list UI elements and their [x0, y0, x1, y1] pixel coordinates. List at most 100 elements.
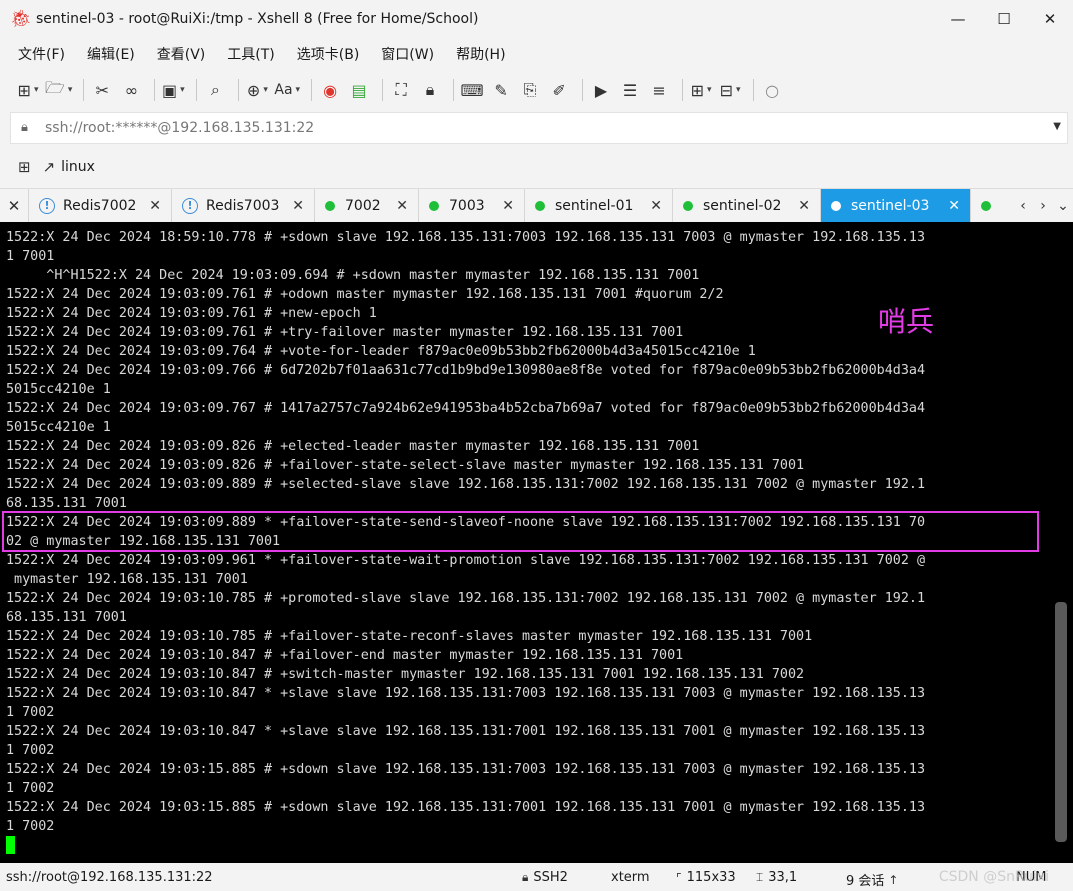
close-icon[interactable]: ✕ — [502, 198, 514, 214]
chat-button[interactable]: ○ — [760, 76, 784, 104]
link-icon: ∞ — [124, 80, 139, 100]
close-icon[interactable]: ✕ — [149, 198, 161, 214]
tab-navigation: ‹ › ⌄ — [1013, 189, 1073, 223]
new-session-icon: ⊞ — [17, 80, 31, 100]
log-button[interactable]: ☰ — [618, 76, 642, 104]
terminal-line: 1522:X 24 Dec 2024 19:03:10.847 * +slave… — [6, 686, 926, 701]
chevron-down-icon: ▾ — [67, 85, 73, 95]
session-count[interactable]: 9 会话 ↑ — [846, 870, 903, 890]
tab-redis7003[interactable]: ! Redis7003 ✕ — [171, 189, 314, 222]
tab-sentinel-03[interactable]: sentinel-03 ✕ — [820, 189, 970, 222]
session-address: ssh://root@192.168.135.131:22 — [6, 870, 213, 885]
toolbar-divider — [453, 79, 455, 101]
reconnect-button[interactable]: ∞ — [119, 76, 143, 104]
terminal-line: 1522:X 24 Dec 2024 19:03:09.826 # +failo… — [6, 458, 805, 473]
xftp-icon: ▤ — [351, 80, 367, 100]
draw-button[interactable]: ✐ — [547, 76, 571, 104]
close-icon[interactable]: ✕ — [396, 198, 408, 214]
tab-7003[interactable]: 7003 ✕ — [418, 189, 524, 222]
encoding-button[interactable]: ⊕ ▾ — [245, 76, 269, 104]
arrow-up-icon: ↑ — [888, 872, 899, 887]
tab-overflow[interactable] — [970, 189, 1010, 222]
terminal[interactable]: 1522:X 24 Dec 2024 18:59:10.778 # +sdown… — [0, 222, 1073, 863]
terminal-line: ^H^H1522:X 24 Dec 2024 19:03:09.694 # +s… — [6, 268, 700, 283]
toolbar-divider — [238, 79, 240, 101]
terminal-line: mymaster 192.168.135.131 7001 — [6, 572, 248, 587]
tab-redis7002[interactable]: ! Redis7002 ✕ — [28, 189, 171, 222]
find-button[interactable]: ⌕ — [203, 76, 227, 104]
address-dropdown-icon[interactable]: ▼ — [1053, 121, 1061, 132]
scrollbar-thumb[interactable] — [1055, 602, 1067, 842]
scrollbar[interactable] — [1055, 222, 1067, 863]
terminal-line: 1522:X 24 Dec 2024 19:03:10.785 # +promo… — [6, 591, 926, 606]
terminal-line: 1522:X 24 Dec 2024 19:03:09.889 # +selec… — [6, 477, 926, 492]
toolbar: ⊞ ▾ 🗁︎ ▾ ✂ ∞ ▣ ▾ ⌕ ⊕ ▾ Aa ▾ ◉ ▤ ⛶ 🔒︎ ⌨ ✎ ⎘ ✐ … — [0, 72, 1073, 108]
close-icon[interactable]: ✕ — [798, 198, 810, 214]
resize-icon: ⌜ — [676, 870, 682, 885]
link-linux[interactable]: linux — [61, 159, 95, 175]
highlight-button[interactable]: ✎ — [489, 76, 513, 104]
script-button[interactable]: ⎘ — [518, 76, 542, 104]
toolbar-divider — [196, 79, 198, 101]
address-bar: 🔒︎ ▼ — [10, 112, 1068, 144]
terminal-line: 1522:X 24 Dec 2024 19:03:15.885 # +sdown… — [6, 762, 926, 777]
close-icon[interactable]: ✕ — [650, 198, 662, 214]
menu-file[interactable]: 文件(F) — [14, 42, 69, 66]
properties-button[interactable]: ▣ ▾ — [161, 76, 185, 104]
terminal-line: 1 7002 — [6, 781, 55, 796]
new-tab-button[interactable]: ⊞ ▾ — [689, 76, 713, 104]
new-session-button[interactable]: ⊞ ▾ — [16, 76, 40, 104]
layout-button[interactable]: ⊟ ▾ — [718, 76, 742, 104]
address-input[interactable] — [45, 120, 1025, 136]
terminal-line: 1 7002 — [6, 705, 55, 720]
terminal-type: xterm — [611, 870, 650, 885]
terminal-size-label: 115x33 — [686, 870, 736, 885]
font-button[interactable]: Aa ▾ — [274, 76, 300, 104]
toolbar-divider — [753, 79, 755, 101]
menu-edit[interactable]: 编辑(E) — [83, 42, 139, 66]
add-link-icon[interactable]: ⊞ — [18, 158, 31, 176]
keyboard-button[interactable]: ⌨ — [460, 76, 484, 104]
fullscreen-button[interactable]: ⛶ — [389, 76, 413, 104]
chevron-left-icon[interactable]: ‹ — [1013, 198, 1033, 214]
draw-icon: ✐ — [552, 80, 566, 100]
menu-view[interactable]: 查看(V) — [153, 42, 210, 66]
close-icon[interactable]: ✕ — [948, 198, 960, 214]
tab-7002[interactable]: 7002 ✕ — [314, 189, 418, 222]
minimize-button[interactable]: — — [935, 0, 981, 38]
terminal-line: 1522:X 24 Dec 2024 18:59:10.778 # +sdown… — [6, 230, 926, 245]
disconnect-button[interactable]: ✂ — [90, 76, 114, 104]
protocol-status: 🔒︎ SSH2 — [522, 870, 568, 885]
xftp-button[interactable]: ▤ — [347, 76, 371, 104]
folder-icon: 🗁︎ — [45, 77, 65, 97]
close-icon[interactable]: ✕ — [292, 198, 304, 214]
play-script-icon: ▶ — [594, 80, 608, 100]
menu-tools[interactable]: 工具(T) — [223, 42, 278, 66]
lock-icon: 🔒︎ — [522, 870, 529, 884]
xshell-button[interactable]: ◉ — [318, 76, 342, 104]
external-link-icon[interactable]: ↗ — [43, 158, 56, 176]
close-all-tabs-icon[interactable]: ✕ — [0, 189, 28, 222]
chevron-down-icon[interactable]: ⌄ — [1053, 198, 1073, 214]
pen-icon: ✎ — [494, 80, 508, 100]
open-folder-button[interactable]: 🗁︎ ▾ — [45, 76, 72, 104]
connected-dot-icon — [683, 200, 693, 211]
menu-help[interactable]: 帮助(H) — [452, 42, 509, 66]
terminal-line: 1 7002 — [6, 743, 55, 758]
menu-window[interactable]: 窗口(W) — [377, 42, 438, 66]
tab-sentinel-02[interactable]: sentinel-02 ✕ — [672, 189, 820, 222]
xshell-logo-icon: 🐞︎ — [10, 9, 32, 29]
maximize-button[interactable]: ☐ — [981, 0, 1027, 38]
terminal-line: 1522:X 24 Dec 2024 19:03:10.847 # +switc… — [6, 667, 805, 682]
notes-button[interactable]: ≡ — [647, 76, 671, 104]
lock-button[interactable]: 🔒︎ — [418, 76, 442, 104]
tab-bar: ✕ ! Redis7002 ✕ ! Redis7003 ✕ 7002 ✕ 700… — [0, 188, 1073, 223]
menu-bar: 文件(F) 编辑(E) 查看(V) 工具(T) 选项卡(B) 窗口(W) 帮助(… — [0, 38, 1073, 70]
terminal-line: 5015cc4210e 1 — [6, 382, 111, 397]
tab-sentinel-01[interactable]: sentinel-01 ✕ — [524, 189, 672, 222]
close-button[interactable]: ✕ — [1027, 0, 1073, 38]
chevron-down-icon: ▾ — [263, 85, 268, 95]
run-script-button[interactable]: ▶ — [589, 76, 613, 104]
chevron-right-icon[interactable]: › — [1033, 198, 1053, 214]
menu-tab[interactable]: 选项卡(B) — [293, 42, 364, 66]
